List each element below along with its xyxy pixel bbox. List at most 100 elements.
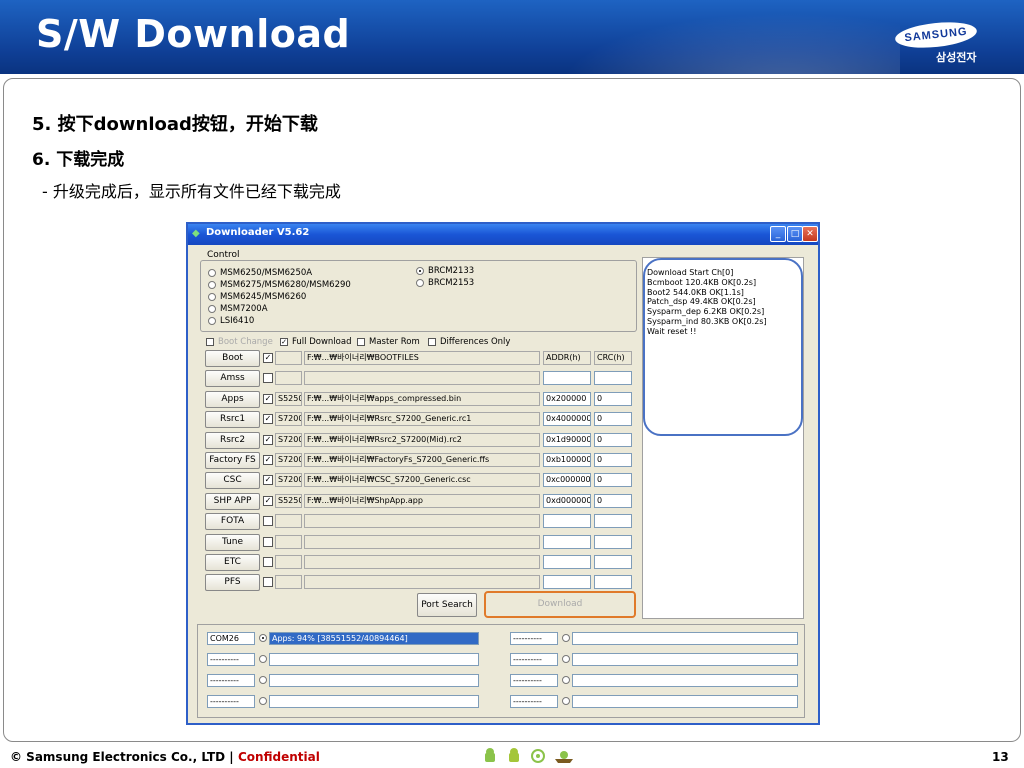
file-button-boot[interactable]: Boot bbox=[205, 350, 260, 367]
file-button-factory-fs[interactable]: Factory FS bbox=[205, 452, 260, 469]
file-button-shp-app[interactable]: SHP APP bbox=[205, 492, 260, 510]
file-addr-field[interactable] bbox=[543, 534, 591, 549]
chipset-radio[interactable]: MSM6250/MSM6250A bbox=[208, 268, 312, 278]
file-checkbox[interactable] bbox=[263, 536, 273, 547]
option-full-download-checkbox[interactable]: ✓ Full Download bbox=[280, 337, 352, 347]
port-radio[interactable] bbox=[259, 634, 267, 642]
file-addr-field[interactable] bbox=[543, 575, 591, 590]
file-addr-field[interactable]: 0x200000 bbox=[543, 391, 591, 406]
file-checkbox[interactable]: ✓ bbox=[263, 353, 273, 363]
log-line: Sysparm_ind 80.3KB OK[0.2s] bbox=[647, 317, 767, 326]
file-button-fota[interactable]: FOTA bbox=[205, 513, 260, 531]
log-line: Boot2 544.0KB OK[1.1s] bbox=[647, 287, 744, 297]
file-addr-field[interactable]: 0xd0000000 bbox=[543, 493, 591, 508]
file-crc-field[interactable] bbox=[594, 575, 632, 590]
option-differences-only-checkbox[interactable]: Differences Only bbox=[428, 337, 510, 347]
file-addr-field[interactable]: 0xb100000 bbox=[543, 453, 591, 467]
file-addr-field[interactable]: ADDR(h) bbox=[543, 351, 591, 365]
port-radio[interactable] bbox=[562, 676, 570, 684]
file-addr-field[interactable]: 0xc0000000 bbox=[543, 473, 591, 488]
port-name-field: ---------- bbox=[207, 695, 255, 708]
footer-confidential: Confidential bbox=[238, 750, 320, 764]
file-crc-field[interactable] bbox=[594, 555, 632, 569]
radio-circle bbox=[208, 268, 216, 277]
file-checkbox[interactable]: ✓ bbox=[263, 495, 273, 506]
file-checkbox[interactable] bbox=[263, 557, 273, 567]
checkbox-label: Boot Change bbox=[218, 337, 273, 347]
chipset-radio[interactable]: LSI6410 bbox=[208, 316, 254, 326]
port-name-field: ---------- bbox=[510, 674, 558, 687]
file-addr-field[interactable] bbox=[543, 555, 591, 569]
file-model-field bbox=[275, 371, 302, 386]
step-6-subtext: - 升级完成后，显示所有文件已经下载完成 bbox=[42, 182, 341, 201]
file-crc-field[interactable]: 0 bbox=[594, 453, 632, 467]
file-crc-field[interactable]: 0 bbox=[594, 493, 632, 508]
radio-circle bbox=[208, 280, 216, 289]
file-addr-field[interactable] bbox=[543, 371, 591, 386]
file-checkbox[interactable] bbox=[263, 373, 273, 384]
port-radio[interactable] bbox=[259, 655, 267, 663]
maximize-button[interactable]: □ bbox=[787, 226, 803, 242]
checkbox-box bbox=[357, 337, 365, 346]
option-master-rom-checkbox[interactable]: Master Rom bbox=[357, 337, 420, 347]
file-crc-field[interactable]: CRC(h) bbox=[594, 351, 632, 365]
file-button-rsrc1[interactable]: Rsrc1 bbox=[205, 411, 260, 429]
option-boot-change-checkbox[interactable]: Boot Change bbox=[206, 337, 273, 347]
port-status-field bbox=[269, 653, 479, 666]
minimize-button[interactable]: _ bbox=[770, 226, 786, 242]
control-group-label: Control bbox=[205, 250, 242, 260]
chipset-radio[interactable]: MSM6275/MSM6280/MSM6290 bbox=[208, 280, 351, 290]
file-model-field: S7200 bbox=[275, 473, 302, 488]
checkbox-box: ✓ bbox=[280, 337, 288, 346]
file-checkbox[interactable]: ✓ bbox=[263, 455, 273, 465]
port-name-field: COM26 bbox=[207, 632, 255, 645]
log-line: Wait reset !! bbox=[647, 326, 697, 336]
file-crc-field[interactable] bbox=[594, 534, 632, 549]
window-titlebar: ◆ Downloader V5.62 _ □ ✕ bbox=[188, 224, 818, 245]
close-button[interactable]: ✕ bbox=[802, 226, 818, 242]
download-button[interactable]: Download bbox=[484, 591, 636, 618]
chipset-radio[interactable]: BRCM2133 bbox=[416, 266, 474, 276]
file-checkbox[interactable] bbox=[263, 577, 273, 588]
file-crc-field[interactable] bbox=[594, 514, 632, 529]
header-wave-decoration bbox=[520, 0, 900, 74]
file-button-rsrc2[interactable]: Rsrc2 bbox=[205, 431, 260, 449]
port-radio[interactable] bbox=[562, 655, 570, 663]
checkbox-label: Master Rom bbox=[369, 337, 420, 347]
file-checkbox[interactable]: ✓ bbox=[263, 434, 273, 445]
file-checkbox[interactable] bbox=[263, 516, 273, 527]
file-path-field: F:₩...₩바이너리₩BOOTFILES bbox=[304, 351, 540, 365]
file-button-pfs[interactable]: PFS bbox=[205, 574, 260, 592]
file-crc-field[interactable]: 0 bbox=[594, 412, 632, 427]
port-radio[interactable] bbox=[562, 697, 570, 705]
file-checkbox[interactable]: ✓ bbox=[263, 475, 273, 486]
port-radio[interactable] bbox=[562, 634, 570, 642]
chipset-radio[interactable]: BRCM2153 bbox=[416, 278, 474, 288]
chipset-radio[interactable]: MSM6245/MSM6260 bbox=[208, 292, 306, 302]
file-path-field: F:₩...₩바이너리₩FactoryFs_S7200_Generic.ffs bbox=[304, 453, 540, 467]
file-button-amss[interactable]: Amss bbox=[205, 370, 260, 388]
chipset-radio[interactable]: MSM7200A bbox=[208, 304, 268, 314]
file-addr-field[interactable] bbox=[543, 514, 591, 529]
file-crc-field[interactable] bbox=[594, 371, 632, 386]
file-checkbox[interactable]: ✓ bbox=[263, 393, 273, 404]
file-button-apps[interactable]: Apps bbox=[205, 390, 260, 408]
file-addr-field[interactable]: 0x1d900000 bbox=[543, 432, 591, 447]
file-crc-field[interactable]: 0 bbox=[594, 391, 632, 406]
slide-header: S/W Download SAMSUNG 삼성전자 bbox=[0, 0, 1024, 74]
file-checkbox[interactable]: ✓ bbox=[263, 414, 273, 425]
file-button-csc[interactable]: CSC bbox=[205, 472, 260, 490]
file-crc-field[interactable]: 0 bbox=[594, 473, 632, 488]
radio-label: LSI6410 bbox=[220, 316, 255, 326]
file-button-tune[interactable]: Tune bbox=[205, 533, 260, 551]
file-button-etc[interactable]: ETC bbox=[205, 554, 260, 571]
radio-circle bbox=[416, 266, 424, 275]
radio-circle bbox=[208, 316, 216, 325]
download-log: Download Start Ch[0] Bcmboot 120.4KB OK[0… bbox=[642, 257, 804, 619]
port-radio[interactable] bbox=[259, 697, 267, 705]
file-addr-field[interactable]: 0x4000000 bbox=[543, 412, 591, 427]
port-radio[interactable] bbox=[259, 676, 267, 684]
file-crc-field[interactable]: 0 bbox=[594, 432, 632, 447]
radio-label: MSM7200A bbox=[220, 304, 268, 314]
port-search-button[interactable]: Port Search bbox=[417, 593, 477, 617]
